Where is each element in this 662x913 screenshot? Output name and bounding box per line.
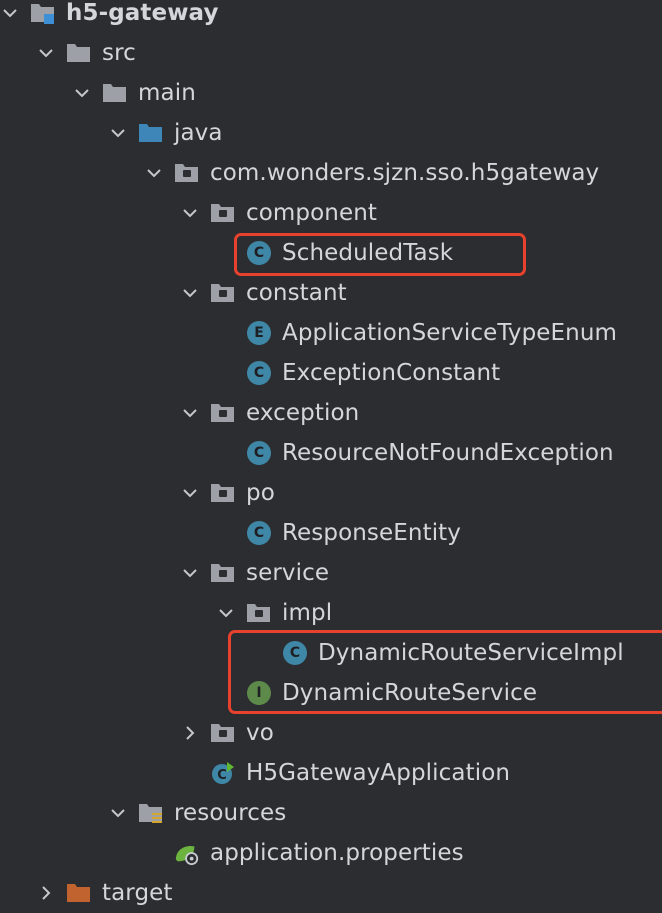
svg-text:C: C	[217, 768, 227, 783]
tree-row-component[interactable]: component	[0, 193, 662, 233]
folder-icon	[66, 41, 92, 65]
properties-file-icon	[174, 841, 200, 866]
tree-row-label: java	[174, 120, 223, 146]
highlight-box-scheduled-task	[234, 233, 526, 276]
package-icon	[246, 601, 272, 625]
tree-row-label: po	[246, 480, 275, 506]
source-folder-icon	[138, 121, 164, 145]
tree-row-label: application.properties	[210, 840, 464, 866]
tree-row-label: impl	[282, 600, 333, 626]
package-icon	[210, 281, 236, 305]
tree-row-main[interactable]: main	[0, 73, 662, 113]
tree-row-java[interactable]: java	[0, 113, 662, 153]
resources-folder-icon	[138, 801, 164, 825]
tree-row-label: vo	[246, 720, 274, 746]
tree-row-label: ApplicationServiceTypeEnum	[282, 320, 618, 346]
tree-row-h5-gateway[interactable]: h5-gateway	[0, 0, 662, 33]
package-icon	[210, 401, 236, 425]
class-icon: C	[246, 361, 272, 385]
tree-row-label: component	[246, 200, 378, 226]
chevron-down-icon[interactable]	[218, 605, 234, 621]
tree-row-target[interactable]: target	[0, 873, 662, 913]
spring-boot-app-icon: C	[210, 761, 236, 785]
chevron-down-icon[interactable]	[182, 285, 198, 301]
tree-row-h5gatewayapplication[interactable]: C H5GatewayApplication	[0, 753, 662, 793]
highlight-box-dynamic-route	[228, 630, 662, 714]
tree-row-service[interactable]: service	[0, 553, 662, 593]
tree-row-vo[interactable]: vo	[0, 713, 662, 753]
excluded-folder-icon	[66, 881, 92, 905]
chevron-right-icon[interactable]	[38, 885, 54, 901]
tree-row-impl[interactable]: impl	[0, 593, 662, 633]
enum-icon: E	[246, 321, 272, 345]
tree-row-label: main	[138, 80, 196, 106]
tree-row-responseentity[interactable]: C ResponseEntity	[0, 513, 662, 553]
package-icon	[210, 721, 236, 745]
tree-row-applicationservicetypeenum[interactable]: E ApplicationServiceTypeEnum	[0, 313, 662, 353]
chevron-down-icon[interactable]	[38, 45, 54, 61]
folder-icon	[102, 81, 128, 105]
tree-row-label: ResponseEntity	[282, 520, 462, 546]
tree-row-exception[interactable]: exception	[0, 393, 662, 433]
tree-row-label: constant	[246, 280, 347, 306]
chevron-down-icon[interactable]	[182, 205, 198, 221]
tree-row-label: ExceptionConstant	[282, 360, 501, 386]
tree-row-label: service	[246, 560, 330, 586]
tree-row-label: resources	[174, 800, 287, 826]
tree-row-label: target	[102, 880, 173, 906]
tree-row-application-properties[interactable]: application.properties	[0, 833, 662, 873]
chevron-down-icon[interactable]	[146, 165, 162, 181]
chevron-down-icon[interactable]	[182, 565, 198, 581]
package-icon	[174, 161, 200, 185]
tree-row-label: src	[102, 40, 136, 66]
chevron-down-icon[interactable]	[2, 5, 18, 21]
tree-row-constant[interactable]: constant	[0, 273, 662, 313]
chevron-right-icon[interactable]	[182, 725, 198, 741]
class-icon: C	[246, 521, 272, 545]
tree-row-label: ResourceNotFoundException	[282, 440, 614, 466]
tree-row-resources[interactable]: resources	[0, 793, 662, 833]
chevron-down-icon[interactable]	[182, 405, 198, 421]
chevron-down-icon[interactable]	[110, 805, 126, 821]
chevron-down-icon[interactable]	[110, 125, 126, 141]
tree-row-po[interactable]: po	[0, 473, 662, 513]
tree-row-src[interactable]: src	[0, 33, 662, 73]
package-icon	[210, 481, 236, 505]
tree-row-resourcenotfoundexception[interactable]: C ResourceNotFoundException	[0, 433, 662, 473]
tree-row-label: H5GatewayApplication	[246, 760, 511, 786]
tree-row-com-wonders-sjzn-sso-h5gateway[interactable]: com.wonders.sjzn.sso.h5gateway	[0, 153, 662, 193]
module-folder-icon	[30, 1, 56, 25]
tree-row-label: com.wonders.sjzn.sso.h5gateway	[210, 160, 600, 186]
tree-row-label: exception	[246, 400, 360, 426]
package-icon	[210, 201, 236, 225]
tree-row-exceptionconstant[interactable]: C ExceptionConstant	[0, 353, 662, 393]
chevron-down-icon[interactable]	[74, 85, 90, 101]
tree-row-label: h5-gateway	[66, 0, 219, 26]
chevron-down-icon[interactable]	[182, 485, 198, 501]
class-icon: C	[246, 441, 272, 465]
package-icon	[210, 561, 236, 585]
